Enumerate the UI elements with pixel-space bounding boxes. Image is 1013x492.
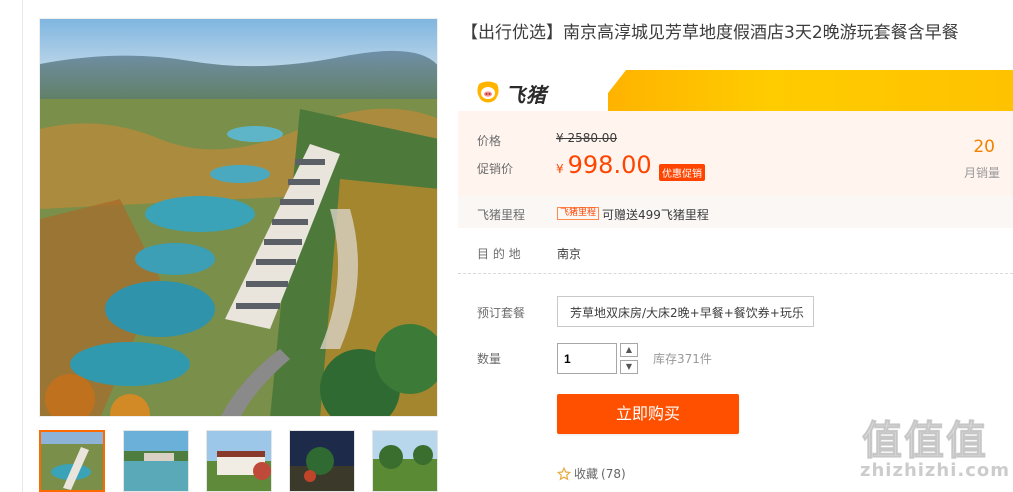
package-label: 预订套餐 (477, 306, 526, 320)
points-text: 可赠送499飞猪里程 (602, 208, 709, 222)
watermark-glyphs: 值值值 (862, 418, 988, 465)
fliggy-brand-text: 飞猪 (505, 83, 547, 107)
points-label: 飞猪里程 (477, 208, 526, 222)
destination-label: 目 的 地 (477, 247, 521, 261)
thumbnail-4[interactable] (289, 430, 355, 492)
monthly-sales-label: 月销量 (963, 166, 1000, 180)
favorite-label: 收藏 (574, 467, 599, 481)
quantity-increase-button[interactable]: ▲ (620, 343, 638, 357)
star-icon (557, 466, 571, 480)
destination-value: 南京 (557, 247, 582, 261)
fliggy-banner: 飞猪 (458, 70, 1013, 111)
promo-badge: 优惠促销 (659, 164, 705, 181)
monthly-sales-count: 20 (973, 137, 995, 157)
thumbnail-2[interactable] (123, 430, 189, 492)
left-divider (22, 0, 23, 492)
quantity-label: 数量 (477, 352, 502, 366)
stock-text: 库存371件 (653, 352, 712, 366)
main-product-image[interactable] (39, 18, 438, 417)
fliggy-logo: 飞猪 (475, 79, 547, 108)
product-title: 【出行优选】南京高淳城见芳草地度假酒店3天2晚游玩套餐含早餐 (461, 23, 959, 43)
watermark-url: zhizhizhi.com (860, 460, 1011, 481)
price-panel: 价格 ¥ 2580.00 促销价 ¥ 998.00 优惠促销 20 月销量 (458, 111, 1013, 196)
dashed-divider (458, 273, 1013, 274)
thumbnail-strip (39, 430, 439, 492)
quantity-input[interactable] (557, 343, 617, 374)
buy-now-button[interactable]: 立即购买 (557, 394, 739, 434)
thumbnail-3[interactable] (206, 430, 272, 492)
sale-price-value: 998.00 (567, 151, 652, 179)
fliggy-pig-icon (475, 80, 501, 108)
favorite-count: (78) (601, 466, 626, 481)
caret-down-icon: ▼ (625, 362, 633, 371)
package-option[interactable]: 芳草地双床房/大床2晚+早餐+餐饮券+玩乐 (557, 296, 814, 327)
thumbnail-1[interactable] (39, 430, 105, 492)
quantity-decrease-button[interactable]: ▼ (620, 360, 638, 374)
sale-price-label: 促销价 (477, 162, 514, 176)
sale-price: ¥ 998.00 (556, 151, 652, 179)
currency-symbol: ¥ (556, 162, 564, 176)
thumbnail-5[interactable] (372, 430, 438, 492)
destination-row: 目 的 地 南京 (458, 236, 1013, 270)
points-badge: 飞猪里程 (557, 207, 600, 220)
original-price: ¥ 2580.00 (556, 131, 618, 145)
favorite-button[interactable]: 收藏 (78) (557, 465, 626, 482)
price-label: 价格 (477, 134, 502, 148)
points-row: 飞猪里程 飞猪里程 可赠送499飞猪里程 (458, 196, 1013, 228)
watermark: 值值值 zhizhizhi.com (858, 408, 1013, 492)
caret-up-icon: ▲ (625, 345, 633, 354)
